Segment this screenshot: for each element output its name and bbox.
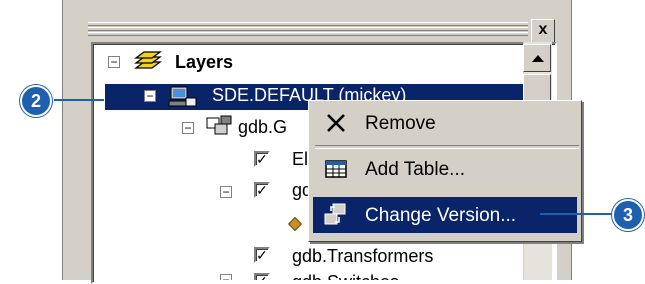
menu-item-label: Change Version... xyxy=(365,205,517,226)
collapse-connection-toggle[interactable]: − xyxy=(144,90,156,102)
callout-leader-line xyxy=(540,213,612,215)
transformers-layer-label[interactable]: gdb.Transformers xyxy=(292,246,433,267)
change-version-icon xyxy=(323,203,349,227)
collapse-layer-toggle[interactable]: − xyxy=(220,186,232,198)
menu-item-change-version[interactable]: Change Version... xyxy=(313,197,577,233)
menu-item-remove[interactable]: Remove xyxy=(313,105,577,141)
collapse-group-toggle[interactable]: − xyxy=(182,122,194,134)
partial-layer-label[interactable]: gdb.Switches xyxy=(292,272,399,280)
layer-visibility-checkbox[interactable]: ✓ xyxy=(254,247,270,263)
layer-visibility-checkbox[interactable]: ✓ xyxy=(254,182,270,198)
database-connection-icon xyxy=(168,84,198,115)
grip-line xyxy=(88,32,528,36)
layers-icon xyxy=(130,50,164,81)
grip-line xyxy=(88,27,528,31)
scroll-up-button[interactable] xyxy=(523,44,551,72)
menu-item-label: Remove xyxy=(365,113,436,134)
layer-visibility-checkbox[interactable]: ✓ xyxy=(254,151,270,167)
remove-x-icon xyxy=(323,111,349,135)
add-table-icon xyxy=(323,157,349,181)
callout-leader-line xyxy=(54,99,104,101)
window-grip[interactable] xyxy=(88,18,528,42)
layer-label[interactable]: El xyxy=(292,149,308,170)
grip-line xyxy=(88,22,528,26)
step-3-callout: 3 xyxy=(612,199,644,231)
menu-separator xyxy=(315,145,579,149)
partial-row-clip: − ✓ gdb.Switches xyxy=(91,272,521,280)
step-2-callout: 2 xyxy=(20,85,52,117)
menu-item-add-table[interactable]: Add Table... xyxy=(313,151,577,187)
collapse-layers-toggle[interactable]: − xyxy=(108,56,120,68)
menu-item-label: Add Table... xyxy=(365,159,466,180)
collapse-layer-toggle[interactable]: − xyxy=(220,274,232,280)
layer-visibility-checkbox[interactable]: ✓ xyxy=(254,273,270,280)
group-layer-label[interactable]: gdb.G xyxy=(238,117,287,138)
context-menu: Remove Add Table... Change Version... xyxy=(308,100,582,242)
layers-label[interactable]: Layers xyxy=(175,52,233,73)
close-button[interactable]: x xyxy=(531,19,555,43)
group-layer-icon xyxy=(205,114,235,145)
